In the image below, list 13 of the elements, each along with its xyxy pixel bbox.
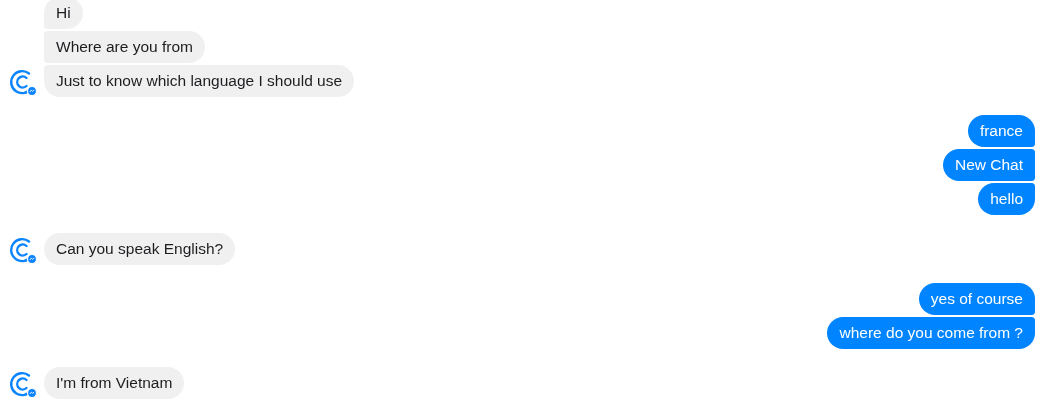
message-bubble: hello [978, 183, 1035, 215]
message-bubble: where do you come from ? [827, 317, 1035, 349]
message-bubble: New Chat [942, 149, 1035, 181]
message-bubble: yes of course [918, 283, 1035, 315]
message-bubble: Hi [44, 0, 83, 29]
message-bubble: france [967, 115, 1035, 147]
avatar-icon [9, 370, 37, 398]
message-bubble: Where are you from [44, 31, 205, 63]
avatar-icon [9, 236, 37, 264]
avatar-icon [9, 68, 37, 96]
message-bubble: I'm from Vietnam [44, 367, 185, 399]
message-bubble: Can you speak English? [44, 233, 236, 265]
message-bubble: Just to know which language I should use [44, 65, 355, 97]
